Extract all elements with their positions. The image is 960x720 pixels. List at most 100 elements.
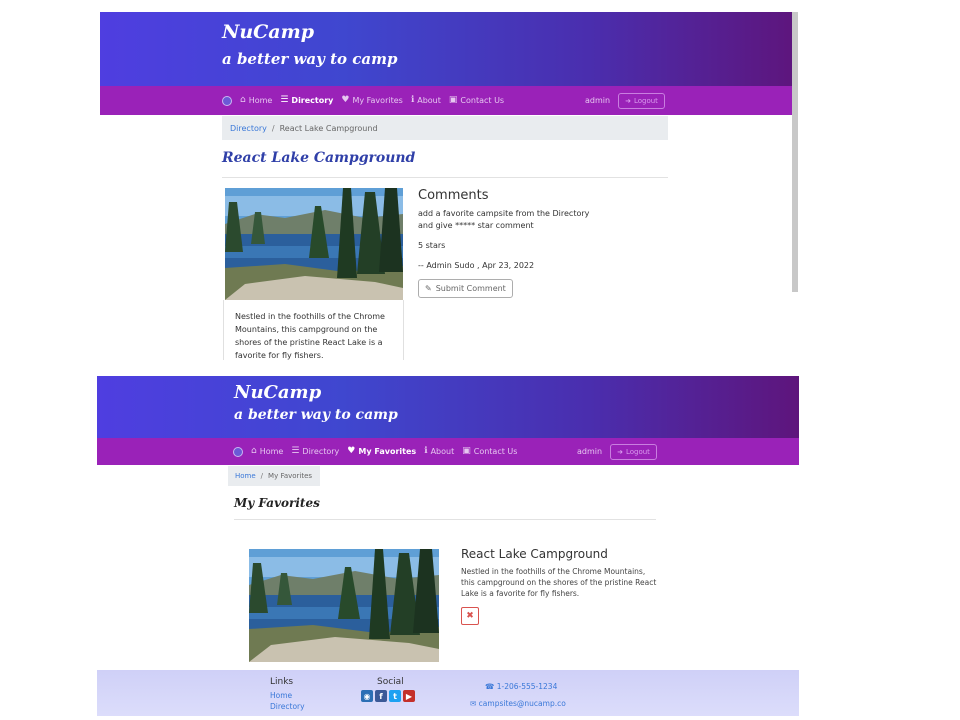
pencil-icon: ✎ [425,284,432,293]
facebook-icon[interactable]: f [375,690,387,702]
heart-icon: ♥ [341,95,350,105]
nav-directory[interactable]: ☰ Directory [280,95,334,106]
list-icon: ☰ [291,446,300,456]
comment-text: add a favorite campsite from the Directo… [418,209,590,230]
address-card-icon: ▣ [448,95,458,105]
breadcrumb: Home / My Favorites [228,466,320,486]
footer-phone[interactable]: ☎ 1-206-555-1234 [470,681,566,692]
submit-comment-button[interactable]: ✎ Submit Comment [418,279,513,298]
breadcrumb-home-link[interactable]: Home [235,472,256,480]
breadcrumb-current: React Lake Campground [279,123,378,133]
sign-in-icon: ➜ [625,96,631,105]
nav-about[interactable]: ℹ About [410,95,441,106]
nav-about[interactable]: ℹ About [424,446,455,457]
nav-directory[interactable]: ☰ Directory [291,446,340,457]
header-jumbotron: NuCamp a better way to camp [97,376,799,438]
favorite-campsite-name[interactable]: React Lake Campground [461,547,608,561]
footer-email[interactable]: ✉ campsites@nucamp.co [470,698,566,709]
sign-in-icon: ➜ [617,447,623,456]
footer-phone-label: 1-206-555-1234 [496,682,558,691]
navbar: ⌂ Home ☰ Directory ♥ My Favorites ℹ About ▣ C… [97,438,799,465]
nav-contact[interactable]: ▣ Contact Us [448,95,505,106]
campsite-description: Nestled in the foothills of the Chrome M… [223,300,404,360]
home-icon: ⌂ [240,95,246,105]
scrollbar[interactable] [792,12,798,292]
heart-icon: ♥ [347,446,356,456]
nav-favorites[interactable]: ♥ My Favorites [341,95,403,106]
nav-home[interactable]: ⌂ Home [251,446,284,457]
favorite-campsite-image[interactable] [249,549,439,662]
header-jumbotron: NuCamp a better way to camp [100,12,798,86]
nav-user-area: admin ➜ Logout [577,438,657,465]
twitter-icon[interactable]: t [389,690,401,702]
footer-link-home[interactable]: Home [270,690,305,701]
footer-links-heading: Links [270,677,294,687]
page-title: React Lake Campground [222,150,416,166]
nav-directory-label: Directory [291,96,334,105]
list-icon: ☰ [280,95,289,105]
footer-social-heading: Social [377,677,404,687]
title-divider [234,519,656,520]
nav-user-area: admin ➜ Logout [585,86,665,115]
nav-contact[interactable]: ▣ Contact Us [462,446,518,457]
logout-label: Logout [625,447,650,456]
nav-menu: ⌂ Home ☰ Directory ♥ My Favorites ℹ About ▣ C… [233,438,517,465]
logo-icon[interactable] [233,446,243,457]
admin-username: admin [577,447,603,456]
footer-contact: ☎ 1-206-555-1234 ✉ campsites@nucamp.co [470,681,566,709]
breadcrumb-current: My Favorites [268,472,313,480]
footer-link-directory[interactable]: Directory [270,701,305,712]
brand-subtitle: a better way to camp [234,407,398,423]
campsite-image [225,188,403,300]
info-icon: ℹ [410,95,415,105]
submit-comment-label: Submit Comment [435,284,506,293]
admin-username: admin [585,96,611,105]
comment-author: -- Admin Sudo , Apr 23, 2022 [418,261,535,270]
breadcrumb: Directory / React Lake Campground [222,116,668,140]
instagram-icon[interactable]: ◉ [361,690,373,702]
comment-rating: 5 stars [418,241,446,250]
favorites-screen: NuCamp a better way to camp ⌂ Home ☰ Direc… [97,376,799,716]
youtube-icon[interactable]: ▶ [403,690,415,702]
logout-button[interactable]: ➜ Logout [618,92,665,109]
envelope-icon: ✉ [470,699,479,708]
nav-home[interactable]: ⌂ Home [240,95,273,106]
logo-icon[interactable] [222,95,232,106]
breadcrumb-directory-link[interactable]: Directory [230,124,267,133]
social-icons: ◉ f t ▶ [361,690,415,702]
nav-menu: ⌂ Home ☰ Directory ♥ My Favorites ℹ About ▣ C… [222,86,504,115]
logout-label: Logout [633,96,658,105]
comments-heading: Comments [418,188,489,203]
nav-favorites-label: My Favorites [358,447,417,456]
footer-social: Social ◉ f t ▶ [361,677,415,702]
title-divider [222,177,668,178]
nav-favorites-label: My Favorites [352,96,403,105]
footer: Links Home Directory Social ◉ f t ▶ ☎ 1-… [97,670,799,716]
nav-home-label: Home [248,96,273,105]
breadcrumb-separator: / [260,472,264,480]
address-card-icon: ▣ [462,446,471,456]
nav-contact-label: Contact Us [460,96,505,105]
footer-email-label: campsites@nucamp.co [478,699,566,708]
nav-about-label: About [417,96,441,105]
nav-home-label: Home [259,447,284,456]
nav-about-label: About [430,447,455,456]
navbar: ⌂ Home ☰ Directory ♥ My Favorites ℹ About ▣ C… [100,86,798,115]
brand-title: NuCamp [222,21,315,43]
nav-directory-label: Directory [302,447,340,456]
remove-favorite-button[interactable]: ✖ [461,607,479,625]
comments-section: Comments add a favorite campsite from th… [418,188,618,298]
nav-favorites[interactable]: ♥ My Favorites [347,446,417,457]
campsite-detail-screen: NuCamp a better way to camp ⌂ Home ☰ Direc… [100,12,798,360]
info-icon: ℹ [424,446,428,456]
close-icon: ✖ [466,611,474,621]
logout-button[interactable]: ➜ Logout [610,443,657,460]
nav-contact-label: Contact Us [473,447,518,456]
page-title: My Favorites [234,496,320,510]
favorite-campsite-description: Nestled in the foothills of the Chrome M… [461,567,657,598]
breadcrumb-separator: / [271,123,275,133]
brand-title: NuCamp [234,382,322,403]
brand-subtitle: a better way to camp [222,50,398,68]
home-icon: ⌂ [251,446,257,456]
footer-links: Links Home Directory [270,677,305,712]
